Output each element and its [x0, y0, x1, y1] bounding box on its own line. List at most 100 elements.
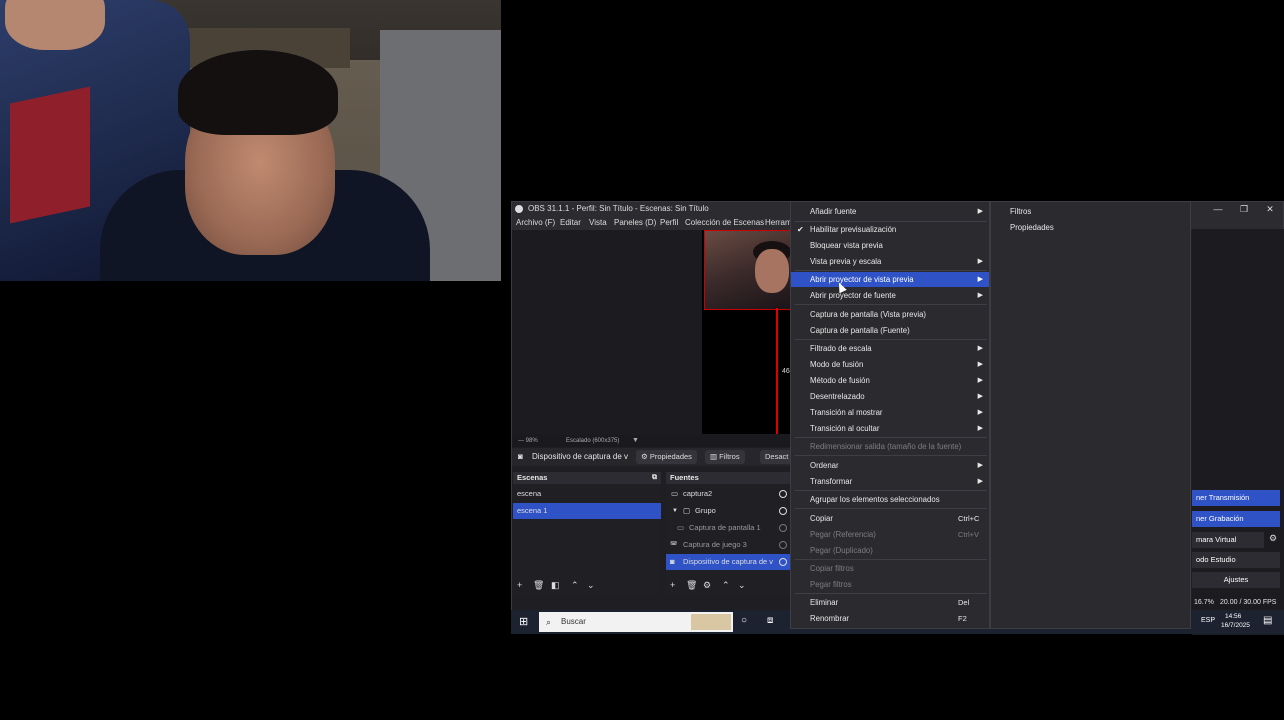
- move-down-icon[interactable]: ⌄: [587, 580, 595, 591]
- cortana-icon[interactable]: ○: [741, 615, 747, 626]
- source-item-selected[interactable]: ◙ Dispositivo de captura de v: [666, 554, 790, 570]
- filters-label: Filtros: [719, 452, 740, 461]
- add-source-icon[interactable]: +: [670, 580, 675, 590]
- dimension-label: 46: [782, 368, 790, 375]
- settings-button[interactable]: Ajustes: [1192, 572, 1280, 588]
- menu-editar[interactable]: Editar: [560, 216, 581, 230]
- visibility-eye-icon[interactable]: [779, 558, 787, 566]
- menu-item-delete[interactable]: Eliminar Del: [791, 595, 989, 610]
- sources-toolbar: + 🗑 ⚙ ⌃ ⌄: [666, 580, 790, 594]
- menu-item-open-source-projector[interactable]: Abrir proyector de fuente ▶: [791, 288, 989, 303]
- webcam-overlay: [0, 0, 501, 281]
- menu-paneles[interactable]: Paneles (D): [614, 216, 656, 230]
- close-button[interactable]: ✕: [1257, 202, 1283, 216]
- menu-item-add-source[interactable]: Añadir fuente ▶: [791, 204, 989, 219]
- visibility-eye-icon[interactable]: [779, 490, 787, 498]
- menu-item-transform[interactable]: Transformar ▶: [791, 474, 989, 489]
- controls-dock: ner Transmisión ner Grabación mara Virtu…: [1192, 229, 1284, 635]
- menu-item-preview-scale[interactable]: Vista previa y escala ▶: [791, 254, 989, 269]
- preview-area[interactable]: 46: [512, 230, 792, 435]
- start-recording-button[interactable]: ner Grabación: [1192, 511, 1280, 527]
- properties-button[interactable]: ⚙ Propiedades: [636, 450, 697, 464]
- add-scene-icon[interactable]: +: [517, 580, 522, 590]
- menu-item-hide-transition[interactable]: Transición al ocultar ▶: [791, 421, 989, 436]
- menu-item-scale-filtering[interactable]: Filtrado de escala ▶: [791, 341, 989, 356]
- search-highlight-image: [691, 614, 731, 630]
- submenu-arrow-icon: ▶: [977, 462, 983, 469]
- submenu-arrow-icon: ▶: [977, 276, 983, 283]
- gear-icon[interactable]: ⚙: [1269, 533, 1277, 544]
- menu-herramientas[interactable]: Herram: [765, 216, 792, 230]
- visibility-eye-icon[interactable]: [779, 507, 787, 515]
- windows-start-icon[interactable]: ⊞: [519, 615, 528, 628]
- menu-item-group-selected[interactable]: Agrupar los elementos seleccionados: [791, 492, 989, 507]
- clock-time: 14:56: [1225, 613, 1242, 620]
- menu-coleccion-escenas[interactable]: Colección de Escenas: [685, 216, 764, 230]
- notifications-icon[interactable]: ▤: [1263, 615, 1272, 626]
- menu-item-copy-filters: Copiar filtros: [810, 564, 854, 573]
- virtual-camera-button[interactable]: mara Virtual: [1192, 532, 1264, 548]
- scene-filters-icon[interactable]: ◧: [551, 580, 560, 591]
- menu-item-blend-method[interactable]: Método de fusión ▶: [791, 373, 989, 388]
- sources-dock: Fuentes ▭ captura2 ▼ ▢ Grupo ▭ Captura d…: [666, 472, 790, 596]
- submenu-arrow-icon: ▶: [977, 361, 983, 368]
- search-icon: ⌕: [546, 617, 552, 627]
- minimize-button[interactable]: —: [1205, 202, 1231, 216]
- dock-undock-icon[interactable]: ⧉: [652, 472, 657, 484]
- menu-perfil[interactable]: Perfil: [660, 216, 678, 230]
- submenu-arrow-icon: ▶: [977, 208, 983, 215]
- source-item[interactable]: ▭ Captura de pantalla 1: [666, 520, 790, 536]
- remove-source-icon[interactable]: 🗑: [686, 580, 697, 591]
- task-view-icon[interactable]: ⧈: [767, 615, 773, 626]
- start-streaming-button[interactable]: ner Transmisión: [1192, 490, 1280, 506]
- submenu: Filtros Propiedades: [990, 201, 1191, 629]
- context-menu: Añadir fuente ▶ ✔ Habilitar previsualizaci…: [790, 201, 990, 629]
- source-item[interactable]: ◚ Captura de juego 3: [666, 537, 790, 553]
- expand-arrow-icon[interactable]: ▼: [672, 503, 678, 519]
- submenu-item-properties[interactable]: Propiedades: [991, 220, 1190, 235]
- menu-item-enable-preview[interactable]: ✔ Habilitar previsualización: [791, 222, 989, 237]
- maximize-button[interactable]: ❐: [1231, 202, 1257, 216]
- move-down-icon[interactable]: ⌄: [738, 580, 746, 591]
- remove-scene-icon[interactable]: 🗑: [533, 580, 544, 591]
- menu-item-open-preview-projector[interactable]: Abrir proyector de vista previa ▶: [791, 272, 989, 287]
- source-label: captura2: [683, 489, 713, 498]
- taskbar-search-input[interactable]: ⌕ Buscar: [539, 612, 733, 632]
- gear-icon[interactable]: ⚙: [703, 580, 711, 591]
- studio-mode-button[interactable]: odo Estudio: [1192, 552, 1280, 568]
- deactivate-label: Desact: [765, 452, 789, 461]
- menu-item-screenshot-source[interactable]: Captura de pantalla (Fuente): [791, 323, 989, 338]
- menu-item-deinterlacing[interactable]: Desentrelazado ▶: [791, 389, 989, 404]
- menu-item-copy[interactable]: Copiar Ctrl+C: [791, 511, 989, 526]
- language-indicator[interactable]: ESP: [1201, 617, 1215, 624]
- menu-item-resize-output: Redimensionar salida (tamaño de la fuent…: [810, 442, 962, 451]
- submenu-item-filters[interactable]: Filtros: [991, 204, 1190, 219]
- move-up-icon[interactable]: ⌃: [571, 580, 579, 591]
- menu-item-blend-mode[interactable]: Modo de fusión ▶: [791, 357, 989, 372]
- source-label: Dispositivo de captura de v: [683, 557, 774, 566]
- menu-vista[interactable]: Vista: [589, 216, 607, 230]
- menu-item-lock-preview[interactable]: Bloquear vista previa: [791, 238, 989, 253]
- scene-label: escena: [517, 489, 542, 498]
- selected-source-frame[interactable]: [704, 230, 792, 310]
- move-up-icon[interactable]: ⌃: [722, 580, 730, 591]
- menu-separator: [795, 559, 987, 560]
- scene-item[interactable]: escena: [513, 486, 661, 502]
- menu-item-screenshot-preview[interactable]: Captura de pantalla (Vista previa): [791, 307, 989, 322]
- properties-label: Propiedades: [649, 452, 692, 461]
- visibility-eye-icon[interactable]: [779, 541, 787, 549]
- menu-item-order[interactable]: Ordenar ▶: [791, 458, 989, 473]
- chevron-down-icon[interactable]: ▼: [632, 435, 639, 447]
- menu-archivo[interactable]: Archivo (F): [516, 216, 555, 230]
- source-item-group[interactable]: ▼ ▢ Grupo: [666, 503, 790, 519]
- deactivate-button[interactable]: Desact: [760, 450, 794, 464]
- visibility-eye-icon[interactable]: [779, 524, 787, 532]
- menu-item-show-transition[interactable]: Transición al mostrar ▶: [791, 405, 989, 420]
- scene-item-selected[interactable]: escena 1: [513, 503, 661, 519]
- menu-item-rename[interactable]: Renombrar F2: [791, 611, 989, 626]
- filters-button[interactable]: ▥ Filtros: [705, 450, 745, 464]
- preview-status-row: — 98% Escalado (600x375) ▼: [512, 435, 790, 447]
- source-item[interactable]: ▭ captura2: [666, 486, 790, 502]
- submenu-arrow-icon: ▶: [977, 478, 983, 485]
- source-label: Grupo: [695, 506, 716, 515]
